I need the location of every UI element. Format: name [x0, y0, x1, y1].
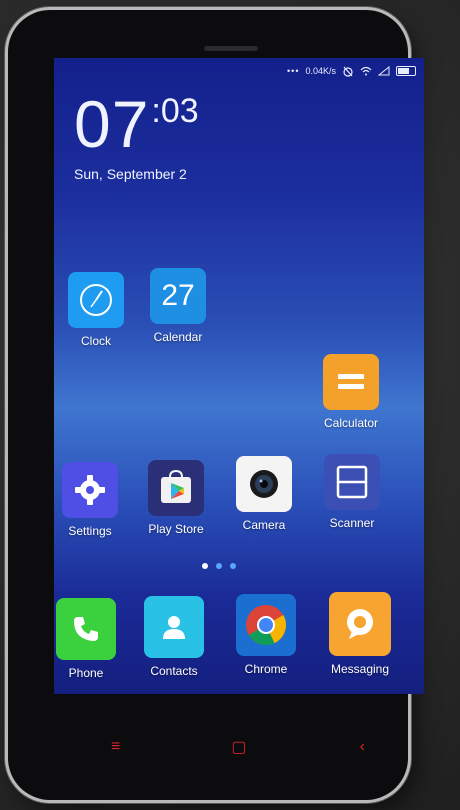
page-dot-1[interactable]	[202, 563, 208, 569]
app-calendar[interactable]: 27 Calendar	[138, 268, 218, 344]
status-bar: ••• 0.04K/s	[287, 64, 416, 78]
app-label-camera: Camera	[242, 518, 286, 532]
page-indicator	[202, 563, 236, 569]
camera-app-icon	[236, 456, 292, 512]
dock-phone[interactable]: Phone	[54, 598, 126, 680]
phone-app-icon	[56, 598, 116, 660]
earpiece	[204, 46, 258, 51]
network-speed: 0.04K/s	[305, 66, 336, 76]
app-camera[interactable]: Camera	[224, 456, 304, 532]
messaging-app-icon	[329, 592, 391, 656]
dock-chrome[interactable]: Chrome	[226, 594, 306, 676]
clock-widget[interactable]: 07 :03 Sun, September 2	[74, 87, 199, 182]
clock-app-icon	[68, 272, 124, 328]
dock-contacts[interactable]: Contacts	[134, 596, 214, 678]
hardware-nav-bar: ≡ ▢ ‹	[54, 735, 424, 759]
time-minutes: :03	[151, 92, 199, 130]
signal-icon	[377, 65, 390, 76]
alarm-icon	[342, 66, 354, 77]
battery-icon	[396, 66, 416, 76]
back-key-icon[interactable]: ‹	[342, 738, 382, 756]
menu-key-icon[interactable]: ≡	[96, 738, 136, 756]
dock-messaging[interactable]: Messaging	[320, 592, 400, 676]
wifi-icon	[360, 66, 372, 76]
app-label-settings: Settings	[68, 524, 112, 538]
chrome-app-icon	[236, 594, 296, 656]
app-play-store[interactable]: Play Store	[136, 460, 216, 536]
app-label-chrome: Chrome	[244, 662, 288, 676]
home-key-icon[interactable]: ▢	[219, 737, 259, 757]
date-text: Sun, September 2	[74, 166, 187, 182]
app-clock[interactable]: Clock	[56, 272, 136, 348]
app-label-clock: Clock	[80, 334, 111, 348]
app-label-play-store: Play Store	[148, 522, 204, 536]
app-calculator[interactable]: Calculator	[311, 354, 391, 430]
calendar-app-icon: 27	[150, 268, 206, 324]
settings-app-icon	[62, 462, 118, 518]
app-label-messaging: Messaging	[330, 662, 390, 676]
app-label-contacts: Contacts	[150, 664, 198, 678]
calendar-icon-day: 27	[161, 279, 195, 312]
calculator-app-icon	[323, 354, 379, 410]
contacts-app-icon	[144, 596, 204, 658]
app-scanner[interactable]: Scanner	[312, 454, 392, 530]
play-store-app-icon	[148, 460, 204, 516]
time-hours: 07	[74, 87, 150, 161]
scanner-app-icon	[324, 454, 380, 510]
time-display: 07 :03	[74, 87, 199, 161]
app-label-scanner: Scanner	[329, 516, 375, 530]
app-settings[interactable]: Settings	[54, 462, 130, 538]
more-notifications-icon: •••	[287, 66, 300, 76]
home-screen: ••• 0.04K/s 07 :03 Sun, September 2 Cloc…	[54, 58, 424, 694]
app-label-calendar: Calendar	[153, 330, 203, 344]
page-dot-3[interactable]	[230, 563, 236, 569]
app-label-calculator: Calculator	[323, 416, 379, 430]
page-dot-2[interactable]	[216, 563, 222, 569]
app-label-phone: Phone	[68, 666, 104, 680]
